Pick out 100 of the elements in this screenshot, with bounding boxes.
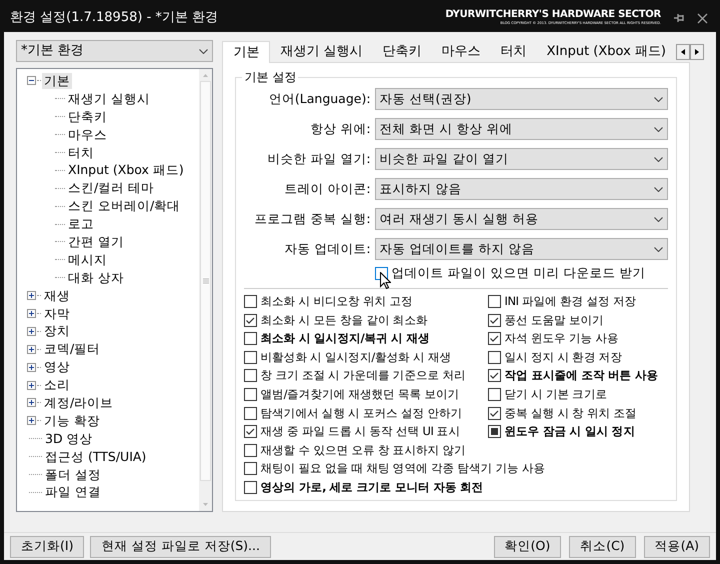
- tab[interactable]: 단축키: [372, 42, 432, 62]
- checkbox[interactable]: [244, 406, 258, 420]
- checkbox-label: 채팅이 필요 없을 때 채팅 영역에 각종 탐색기 기능 사용: [260, 462, 545, 476]
- checked-checkbox[interactable]: [488, 314, 502, 327]
- checked-checkbox[interactable]: [488, 369, 502, 382]
- setting-dropdown[interactable]: 여러 재생기 동시 실행 허용: [374, 208, 668, 230]
- tree-item[interactable]: 터치: [66, 144, 96, 160]
- left-arrow-icon: [681, 49, 685, 55]
- expand-icon[interactable]: [27, 380, 36, 390]
- tab[interactable]: 마우스: [432, 42, 491, 62]
- tree-item[interactable]: 3D 영상: [43, 430, 95, 447]
- setting-dropdown[interactable]: 표시하지 않음: [374, 178, 668, 200]
- checkbox[interactable]: [488, 388, 502, 401]
- setting-label: 프로그램 중복 실행:: [253, 210, 371, 228]
- setting-label: 비슷한 파일 열기:: [266, 150, 371, 168]
- checkbox[interactable]: [244, 444, 258, 457]
- tab[interactable]: 재생기 실행시: [270, 42, 373, 62]
- profile-dropdown[interactable]: *기본 환경: [16, 40, 214, 62]
- checkbox-label: 영상의 가로, 세로 크기로 모니터 자동 회전: [260, 480, 484, 494]
- chevron-down-icon: [199, 48, 208, 54]
- tree-item[interactable]: 폴더 설정: [43, 466, 103, 483]
- tab[interactable]: 터치: [490, 42, 537, 62]
- collapse-icon[interactable]: [27, 76, 36, 86]
- checkbox[interactable]: [244, 388, 258, 401]
- tab-scroll-right[interactable]: [690, 44, 704, 60]
- expand-icon[interactable]: [27, 326, 36, 336]
- chevron-down-icon: [654, 246, 664, 252]
- expand-icon[interactable]: [27, 344, 36, 354]
- tree-item[interactable]: 스킨/컬러 테마: [66, 180, 156, 196]
- tree-item[interactable]: 계정/라이브: [42, 394, 116, 411]
- setting-dropdown[interactable]: 비슷한 파일 같이 열기: [374, 148, 668, 170]
- chevron-down-icon: [654, 96, 664, 102]
- checkbox[interactable]: [488, 350, 502, 364]
- setting-label: 트레이 아이콘:: [283, 180, 371, 198]
- checkbox-label: 창 크기 조절 시 가운데를 기준으로 처리: [260, 369, 466, 382]
- tree-item[interactable]: 대화 상자: [66, 270, 126, 286]
- tree-item[interactable]: 재생: [42, 288, 72, 304]
- tree-item[interactable]: 영상: [42, 359, 72, 376]
- tree-item[interactable]: 자막: [42, 306, 72, 322]
- tree-item[interactable]: 접근성 (TTS/UIA): [43, 448, 148, 465]
- tree-item[interactable]: 메시지: [66, 252, 109, 268]
- checkbox-label: 앨범/즐겨찾기에 재생했던 목록 보이기: [260, 388, 460, 401]
- footer-button[interactable]: 확인(O): [494, 536, 562, 558]
- pin-icon[interactable]: [673, 12, 685, 24]
- scrollbar[interactable]: [199, 69, 212, 511]
- tree-item[interactable]: 마우스: [66, 126, 109, 143]
- footer-button[interactable]: 초기화(I): [10, 536, 84, 558]
- checkbox[interactable]: [244, 350, 258, 364]
- tree-item[interactable]: 코덱/필터: [42, 341, 102, 358]
- checked-checkbox[interactable]: [488, 406, 502, 420]
- checkbox[interactable]: [488, 295, 502, 308]
- expand-icon[interactable]: [27, 291, 36, 300]
- tree-item[interactable]: XInput (Xbox 패드): [66, 162, 186, 178]
- tree-item[interactable]: 로고: [66, 216, 96, 232]
- expand-icon[interactable]: [27, 362, 36, 372]
- footer-button[interactable]: 현재 설정 파일로 저장(S)...: [90, 536, 271, 558]
- footer-button[interactable]: 취소(C): [569, 536, 636, 558]
- tree-item[interactable]: 장치: [42, 323, 72, 340]
- checkbox-label: 일시 정지 시 환경 저장: [504, 350, 622, 364]
- tree-item[interactable]: 간편 열기: [66, 234, 126, 250]
- tree-item[interactable]: 단축키: [66, 108, 109, 125]
- tab-scroll-left[interactable]: [676, 44, 690, 60]
- footer-button[interactable]: 적용(A): [644, 536, 710, 558]
- checkbox-label: 윈도우 잠금 시 일시 정지: [504, 425, 635, 438]
- chevron-down-icon: [654, 186, 664, 192]
- tree-item[interactable]: 기능 확장: [42, 412, 102, 429]
- logo-text: DYURWITCHERRY'S HARDWARE SECTOR: [445, 10, 661, 20]
- checked-checkbox[interactable]: [244, 314, 258, 327]
- grip-icon: [202, 278, 209, 284]
- tab[interactable]: 기본: [222, 41, 270, 63]
- chevron-down-icon: [654, 156, 664, 162]
- checkbox[interactable]: [244, 332, 258, 346]
- checkbox[interactable]: [244, 462, 258, 476]
- checkbox[interactable]: [244, 480, 258, 494]
- checkbox-label: 최소화 시 비디오창 위치 고정: [260, 295, 413, 308]
- tree-item[interactable]: 재생기 실행시: [66, 90, 152, 107]
- tree-item[interactable]: 파일 연결: [43, 484, 103, 500]
- checkbox[interactable]: [244, 369, 258, 382]
- setting-label: 언어(Language):: [268, 90, 371, 108]
- right-arrow-icon: [695, 49, 699, 55]
- checkbox-label: 비활성화 시 일시정지/활성화 시 재생: [260, 350, 451, 364]
- setting-dropdown[interactable]: 자동 선택(권장): [374, 88, 668, 110]
- expand-icon[interactable]: [27, 309, 36, 318]
- setting-dropdown[interactable]: 자동 업데이트를 하지 않음: [374, 238, 668, 260]
- checkbox-label: 닫기 시 기본 크기로: [504, 388, 608, 401]
- checked-checkbox[interactable]: [488, 332, 502, 346]
- scroll-thumb[interactable]: [200, 81, 212, 481]
- tree-item[interactable]: 기본: [42, 72, 72, 89]
- close-icon[interactable]: [697, 12, 708, 24]
- setting-dropdown[interactable]: 전체 화면 시 항상 위에: [374, 118, 668, 140]
- indeterminate-checkbox[interactable]: [488, 425, 502, 438]
- checkbox-label: 자석 윈도우 기능 사용: [504, 332, 619, 346]
- tree-item[interactable]: 스킨 오버레이/확대: [66, 198, 182, 214]
- tab[interactable]: XInput (Xbox 패드): [536, 42, 676, 62]
- checked-checkbox[interactable]: [244, 425, 258, 438]
- expand-icon[interactable]: [27, 398, 36, 408]
- checkbox-label: 풍선 도움말 보이기: [504, 314, 604, 327]
- expand-icon[interactable]: [27, 416, 36, 426]
- checkbox[interactable]: [244, 295, 258, 308]
- tree-item[interactable]: 소리: [42, 377, 72, 394]
